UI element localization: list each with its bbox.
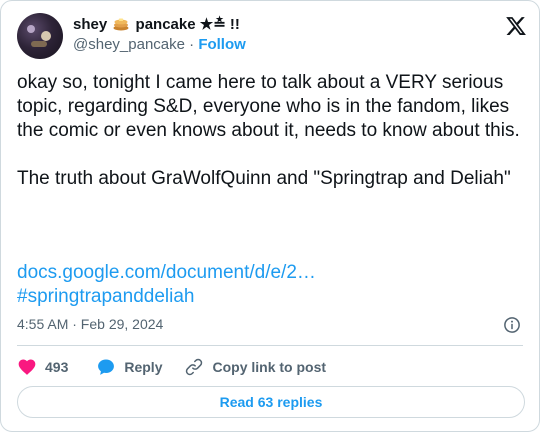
pancake-icon [113, 18, 129, 31]
follow-button[interactable]: Follow [198, 36, 246, 53]
author-info: shey pancake ★≛ !! @shey_pancake · Follo… [73, 15, 246, 55]
post-text: okay so, tonight I came here to talk abo… [17, 72, 520, 189]
like-button[interactable]: 493 [17, 357, 68, 377]
handle-row: @shey_pancake · Follow [73, 35, 246, 55]
separator: · [184, 36, 199, 53]
like-count: 493 [45, 359, 69, 375]
read-replies-button[interactable]: Read 63 replies [17, 386, 525, 418]
post-header: shey pancake ★≛ !! @shey_pancake · Follo… [17, 11, 527, 61]
reply-bubble-icon [98, 359, 115, 375]
reply-label: Reply [124, 359, 163, 375]
read-replies-label: Read 63 replies [219, 394, 323, 410]
post-actions: 493 Reply Copy link to post [17, 356, 326, 378]
heart-icon [18, 359, 36, 375]
divider [17, 345, 523, 346]
reply-button[interactable]: Reply [96, 357, 162, 377]
display-name-part1: shey [73, 16, 108, 33]
link-icon [186, 358, 203, 376]
document-link[interactable]: docs.google.com/document/d/e/2… [17, 261, 316, 285]
x-logo-icon[interactable] [505, 15, 527, 37]
author-display-name[interactable]: shey pancake ★≛ !! [73, 15, 246, 34]
post-timestamp[interactable]: 4:55 AM · Feb 29, 2024 [17, 316, 163, 332]
avatar[interactable] [17, 13, 63, 59]
copy-link-button[interactable]: Copy link to post [184, 357, 326, 377]
hashtag-link[interactable]: #springtrapanddeliah [17, 285, 316, 309]
info-icon[interactable] [503, 316, 521, 334]
embedded-post-card: shey pancake ★≛ !! @shey_pancake · Follo… [0, 0, 540, 432]
post-links: docs.google.com/document/d/e/2… #springt… [17, 261, 316, 309]
copy-link-label: Copy link to post [212, 359, 327, 375]
author-handle[interactable]: @shey_pancake [73, 36, 185, 53]
display-name-part2: pancake ★≛ !! [135, 16, 240, 33]
